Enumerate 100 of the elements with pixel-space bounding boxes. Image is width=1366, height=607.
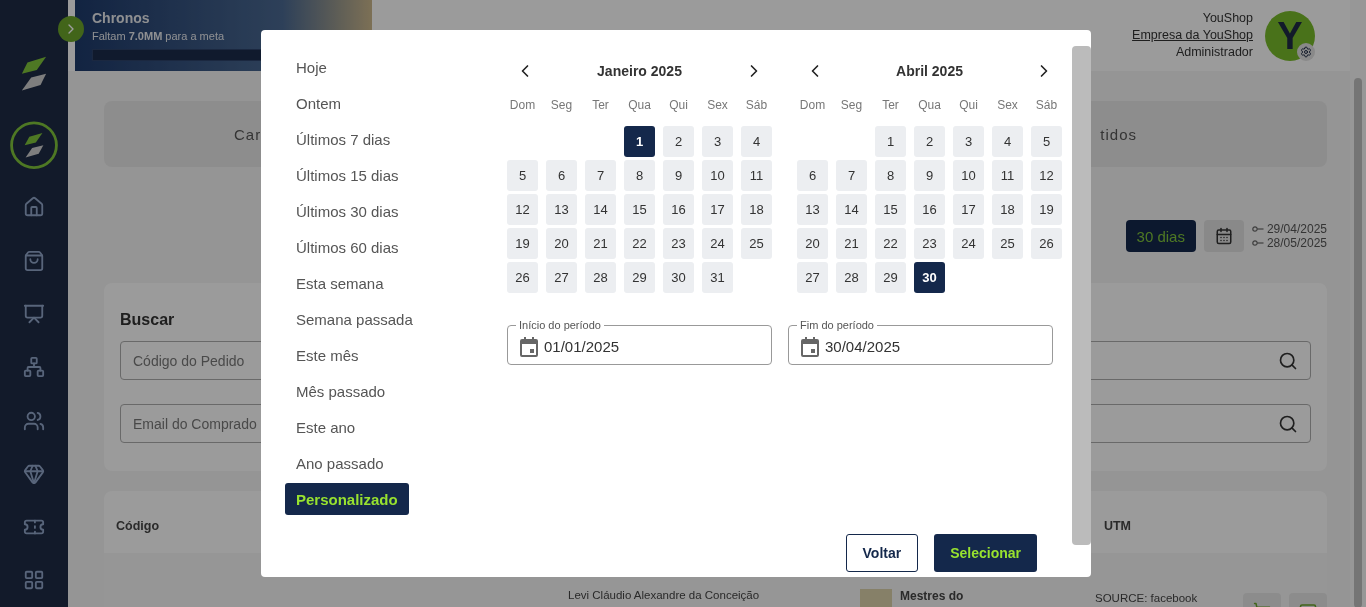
- calendar-day[interactable]: 16: [663, 194, 694, 225]
- expand-button[interactable]: [58, 16, 84, 42]
- preset-option[interactable]: Hoje: [285, 51, 338, 83]
- end-date: 28/05/2025: [1266, 236, 1327, 250]
- diamond-icon[interactable]: [23, 462, 45, 485]
- date-field[interactable]: Início do período 01/01/2025: [507, 319, 772, 365]
- bag-icon[interactable]: [23, 249, 45, 272]
- calendar-day[interactable]: 1: [875, 126, 906, 157]
- calendar-day[interactable]: 28: [585, 262, 616, 293]
- calendar-button[interactable]: [1203, 220, 1244, 252]
- preset-option[interactable]: Últimos 15 dias: [285, 159, 410, 191]
- calendar-day[interactable]: 31: [702, 262, 733, 293]
- preset-option[interactable]: Mês passado: [285, 375, 397, 407]
- tab-label[interactable]: Car: [234, 125, 262, 143]
- calendar-day[interactable]: 23: [914, 228, 945, 259]
- calendar-day[interactable]: 4: [992, 126, 1023, 157]
- calendar-day[interactable]: 24: [702, 228, 733, 259]
- dialog-scrollbar[interactable]: [1072, 46, 1091, 545]
- preset-option[interactable]: Esta semana: [285, 267, 395, 299]
- calendar-day[interactable]: 7: [836, 160, 867, 191]
- calendar-day[interactable]: 21: [585, 228, 616, 259]
- preset-option[interactable]: Personalizado: [285, 483, 409, 515]
- calendar-day[interactable]: 4: [741, 126, 772, 157]
- banner-subtitle: Faltam 7.0MM para a meta: [92, 30, 226, 42]
- calendar-day[interactable]: 2: [914, 126, 945, 157]
- calendar-day[interactable]: 17: [702, 194, 733, 225]
- calendar-day[interactable]: 3: [953, 126, 984, 157]
- calendar-day[interactable]: 6: [797, 160, 828, 191]
- calendar-day[interactable]: 21: [836, 228, 867, 259]
- company-link[interactable]: Empresa da YouShop: [1132, 27, 1253, 44]
- calendar-day[interactable]: 7: [585, 160, 616, 191]
- calendar-day[interactable]: 16: [914, 194, 945, 225]
- calendar-day[interactable]: 19: [1031, 194, 1062, 225]
- presentation-icon[interactable]: [23, 303, 45, 325]
- calendar-day[interactable]: 26: [1031, 228, 1062, 259]
- back-button[interactable]: Voltar: [845, 534, 919, 572]
- preset-option[interactable]: Ontem: [285, 87, 352, 119]
- calendar-day[interactable]: 5: [1031, 126, 1062, 157]
- calendar-day[interactable]: 29: [624, 262, 655, 293]
- search-icon[interactable]: [1278, 413, 1298, 434]
- calendar-day[interactable]: 10: [702, 160, 733, 191]
- calendar-day[interactable]: 25: [992, 228, 1023, 259]
- calendar-day[interactable]: 10: [953, 160, 984, 191]
- calendar-day[interactable]: 14: [836, 194, 867, 225]
- preset-option[interactable]: Últimos 30 dias: [285, 195, 410, 227]
- calendar-day[interactable]: 12: [1031, 160, 1062, 191]
- calendar-day[interactable]: 23: [663, 228, 694, 259]
- calendar-day[interactable]: 27: [546, 262, 577, 293]
- month-title: Janeiro 2025: [597, 63, 682, 79]
- calendar-day[interactable]: 28: [836, 262, 867, 293]
- product-name: Mestres do: [900, 589, 965, 603]
- calendar-day[interactable]: 29: [875, 262, 906, 293]
- calendar-day[interactable]: 15: [624, 194, 655, 225]
- calendar-day[interactable]: 3: [702, 126, 733, 157]
- calendar-day[interactable]: 12: [507, 194, 538, 225]
- date-field[interactable]: Fim do período 30/04/2025: [788, 319, 1053, 365]
- preset-option[interactable]: Últimos 7 dias: [285, 123, 402, 155]
- calendar-day[interactable]: 25: [741, 228, 772, 259]
- calendar-day[interactable]: 27: [797, 262, 828, 293]
- users-icon[interactable]: [23, 409, 45, 432]
- calendar-day[interactable]: 22: [875, 228, 906, 259]
- calendar-day[interactable]: 9: [663, 160, 694, 191]
- search-icon[interactable]: [1278, 350, 1298, 371]
- settings-icon[interactable]: [1300, 45, 1312, 58]
- calendar-day[interactable]: 1: [624, 126, 655, 157]
- calendar-day[interactable]: 26: [507, 262, 538, 293]
- user-role: Administrador: [1175, 44, 1253, 61]
- calendar-day[interactable]: 30: [914, 262, 945, 293]
- calendar-day[interactable]: 11: [741, 160, 772, 191]
- calendar-day[interactable]: 2: [663, 126, 694, 157]
- calendar-day[interactable]: 20: [546, 228, 577, 259]
- preset-option[interactable]: Últimos 60 dias: [285, 231, 410, 263]
- calendar-day[interactable]: 15: [875, 194, 906, 225]
- preset-option[interactable]: Semana passada: [285, 303, 424, 335]
- network-icon[interactable]: [23, 356, 45, 379]
- tab-label[interactable]: tidos: [1100, 125, 1137, 143]
- calendar-day[interactable]: 14: [585, 194, 616, 225]
- preset-option[interactable]: Este ano: [285, 411, 367, 443]
- home-icon[interactable]: [23, 196, 45, 219]
- calendar-day[interactable]: 22: [624, 228, 655, 259]
- page-scrollbar[interactable]: [1354, 78, 1362, 607]
- calendar-day[interactable]: 5: [507, 160, 538, 191]
- calendar-day[interactable]: 8: [624, 160, 655, 191]
- calendar-day[interactable]: 9: [914, 160, 945, 191]
- calendar-day[interactable]: 8: [875, 160, 906, 191]
- calendar-day[interactable]: 24: [953, 228, 984, 259]
- preset-option[interactable]: Ano passado: [285, 447, 395, 479]
- preset-option[interactable]: Este mês: [285, 339, 370, 371]
- calendar-day[interactable]: 30: [663, 262, 694, 293]
- calendar-day[interactable]: 18: [741, 194, 772, 225]
- calendar-day[interactable]: 13: [546, 194, 577, 225]
- calendar-day[interactable]: 6: [546, 160, 577, 191]
- calendar-day[interactable]: 18: [992, 194, 1023, 225]
- calendar-day[interactable]: 11: [992, 160, 1023, 191]
- calendar-day[interactable]: 13: [797, 194, 828, 225]
- calendar-day[interactable]: 20: [797, 228, 828, 259]
- grid-icon[interactable]: [23, 569, 45, 592]
- calendar-day[interactable]: 19: [507, 228, 538, 259]
- select-button[interactable]: Selecionar: [934, 534, 1037, 572]
- calendar-day[interactable]: 17: [953, 194, 984, 225]
